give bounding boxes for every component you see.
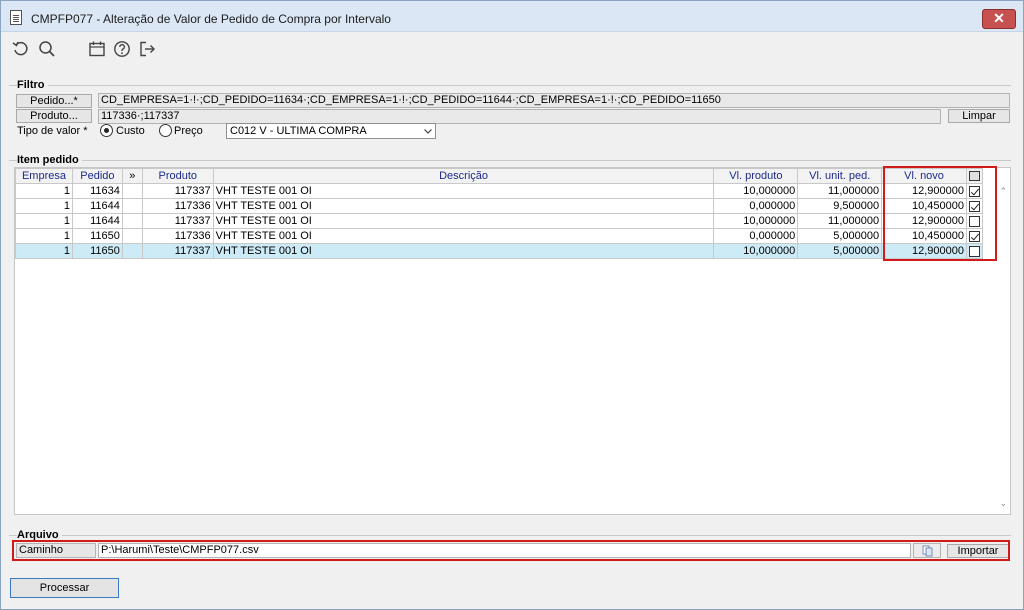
tipo-valor-label: Tipo de valor * — [17, 125, 88, 137]
table-row[interactable]: 1 11644 117337 VHT TESTE 001 OI 10,000000 11,… — [15, 213, 984, 229]
cell-vl-unit-ped[interactable]: 11,000000 — [797, 213, 883, 229]
radio-custo-label: Custo — [116, 125, 145, 137]
cell-empresa[interactable]: 1 — [15, 243, 73, 259]
compra-select-value: C012 V - ULTIMA COMPRA — [230, 125, 367, 137]
pedido-button[interactable]: Pedido...* — [16, 94, 92, 108]
main-window: CMPFP077 - Alteração de Valor de Pedido … — [0, 0, 1024, 610]
item-pedido-legend: Item pedido — [17, 154, 82, 166]
cell-produto[interactable]: 117336 — [141, 228, 214, 244]
filtro-divider — [9, 85, 1011, 86]
cell-pedido[interactable]: 11650 — [71, 243, 123, 259]
calendar-icon[interactable] — [87, 39, 107, 59]
col-vl-unit-ped[interactable]: Vl. unit. ped. — [797, 168, 883, 184]
cell-expand[interactable] — [122, 243, 143, 259]
cell-descricao[interactable]: VHT TESTE 001 OI — [212, 183, 715, 199]
pedido-field[interactable]: CD_EMPRESA=1·!·;CD_PEDIDO=11634·;CD_EMPR… — [98, 93, 1010, 108]
radio-preco-label: Preço — [174, 125, 203, 137]
processar-button[interactable]: Processar — [10, 578, 119, 598]
cell-vl-produto[interactable]: 10,000000 — [713, 243, 799, 259]
scroll-down-icon[interactable]: ⌄ — [999, 498, 1007, 509]
produto-field[interactable]: 117336·;117337 — [98, 109, 941, 124]
arquivo-divider — [9, 535, 1011, 536]
cell-expand[interactable] — [122, 228, 143, 244]
cell-descricao[interactable]: VHT TESTE 001 OI — [212, 213, 715, 229]
table-row[interactable]: 1 11634 117337 VHT TESTE 001 OI 10,000000 11,… — [15, 183, 984, 199]
cell-vl-unit-ped[interactable]: 9,500000 — [797, 198, 883, 214]
compra-select[interactable]: C012 V - ULTIMA COMPRA — [226, 123, 436, 139]
col-pedido[interactable]: Pedido — [71, 168, 123, 184]
cell-vl-produto[interactable]: 0,000000 — [713, 198, 799, 214]
table-row[interactable]: 1 11650 117336 VHT TESTE 001 OI 0,000000 5,00… — [15, 228, 984, 244]
cell-empresa[interactable]: 1 — [15, 213, 73, 229]
produto-button[interactable]: Produto... — [16, 109, 92, 123]
radio-preco[interactable] — [159, 124, 172, 137]
cell-produto[interactable]: 117336 — [141, 198, 214, 214]
cell-vl-produto[interactable]: 0,000000 — [713, 228, 799, 244]
cell-expand[interactable] — [122, 213, 143, 229]
cell-produto[interactable]: 117337 — [141, 213, 214, 229]
table-row[interactable]: 1 11650 117337 VHT TESTE 001 OI 10,000000 5,0… — [15, 243, 984, 259]
cell-vl-produto[interactable]: 10,000000 — [713, 183, 799, 199]
cell-empresa[interactable]: 1 — [15, 228, 73, 244]
filtro-legend: Filtro — [17, 79, 48, 91]
cell-produto[interactable]: 117337 — [141, 243, 214, 259]
window-title: CMPFP077 - Alteração de Valor de Pedido … — [31, 12, 391, 26]
cell-vl-produto[interactable]: 10,000000 — [713, 213, 799, 229]
cell-pedido[interactable]: 11644 — [71, 213, 123, 229]
help-icon[interactable] — [112, 39, 132, 59]
cell-empresa[interactable]: 1 — [15, 198, 73, 214]
cell-pedido[interactable]: 11650 — [71, 228, 123, 244]
close-button[interactable]: ✕ — [982, 9, 1016, 29]
cell-expand[interactable] — [122, 183, 143, 199]
cell-vl-unit-ped[interactable]: 5,000000 — [797, 243, 883, 259]
col-produto[interactable]: Produto — [141, 168, 214, 184]
limpar-button-label: Limpar — [962, 110, 996, 122]
cell-descricao[interactable]: VHT TESTE 001 OI — [212, 198, 715, 214]
limpar-button[interactable]: Limpar — [948, 109, 1010, 123]
radio-custo[interactable] — [100, 124, 113, 137]
highlight-vl-novo-column — [883, 166, 997, 261]
title-bar: CMPFP077 - Alteração de Valor de Pedido … — [1, 1, 1023, 32]
col-descricao[interactable]: Descrição — [212, 168, 715, 184]
chevron-down-icon — [424, 129, 432, 134]
undo-icon[interactable] — [11, 39, 31, 59]
cell-empresa[interactable]: 1 — [15, 183, 73, 199]
table-row[interactable]: 1 11644 117336 VHT TESTE 001 OI 0,000000 9,50… — [15, 198, 984, 214]
document-icon — [10, 10, 22, 25]
cell-pedido[interactable]: 11644 — [71, 198, 123, 214]
toolbar — [1, 33, 1023, 67]
col-empresa[interactable]: Empresa — [15, 168, 73, 184]
scroll-up-icon[interactable]: ⌃ — [999, 186, 1007, 197]
highlight-caminho-row — [12, 540, 1010, 561]
cell-produto[interactable]: 117337 — [141, 183, 214, 199]
produto-button-label: Produto... — [30, 110, 78, 122]
cell-vl-unit-ped[interactable]: 5,000000 — [797, 228, 883, 244]
col-expand[interactable]: » — [121, 168, 143, 184]
cell-descricao[interactable]: VHT TESTE 001 OI — [212, 243, 715, 259]
pedido-button-label: Pedido...* — [30, 95, 78, 107]
table-header-row: Empresa Pedido » Produto Descrição Vl. p… — [15, 168, 984, 184]
item-table: Empresa Pedido » Produto Descrição Vl. p… — [15, 168, 984, 259]
item-pedido-divider — [9, 160, 1011, 161]
exit-icon[interactable] — [137, 39, 157, 59]
cell-expand[interactable] — [122, 198, 143, 214]
cell-pedido[interactable]: 11634 — [71, 183, 123, 199]
cell-descricao[interactable]: VHT TESTE 001 OI — [212, 228, 715, 244]
search-icon[interactable] — [37, 39, 57, 59]
col-vl-produto[interactable]: Vl. produto — [713, 168, 799, 184]
processar-button-label: Processar — [39, 582, 90, 594]
item-grid[interactable]: Empresa Pedido » Produto Descrição Vl. p… — [14, 167, 1011, 515]
cell-vl-unit-ped[interactable]: 11,000000 — [797, 183, 883, 199]
